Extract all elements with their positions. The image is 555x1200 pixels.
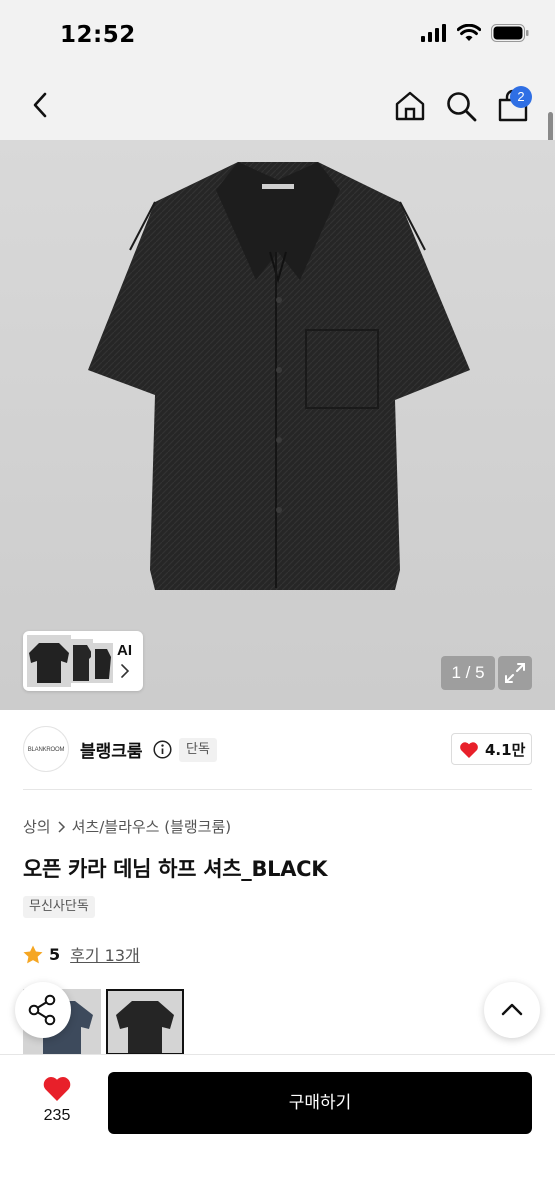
buy-button[interactable]: 구매하기 bbox=[108, 1072, 532, 1134]
ai-label[interactable]: AI bbox=[117, 642, 132, 659]
brand-like-count: 4.1만 bbox=[485, 741, 526, 759]
battery-icon bbox=[491, 24, 529, 42]
breadcrumb: 상의 셔츠/블라우스 (블랭크룸) bbox=[23, 816, 231, 837]
expand-icon bbox=[505, 663, 525, 683]
chevron-up-icon bbox=[501, 1003, 523, 1016]
share-icon bbox=[28, 994, 56, 1026]
ai-styling-thumbnails[interactable] bbox=[23, 631, 143, 691]
image-counter: 1 / 5 bbox=[441, 656, 495, 690]
review-count-link[interactable]: 후기 13개 bbox=[70, 942, 140, 966]
cart-count-badge: 2 bbox=[510, 86, 532, 108]
brand-logo[interactable]: BLANKROOM bbox=[23, 726, 69, 772]
exclusive-badge: 단독 bbox=[179, 738, 217, 762]
store-exclusive-badge: 무신사단독 bbox=[23, 896, 95, 918]
scroll-to-top-button[interactable] bbox=[484, 982, 540, 1038]
color-option-black[interactable] bbox=[106, 989, 184, 1055]
status-time: 12:52 bbox=[60, 22, 136, 48]
shirt-illustration bbox=[88, 162, 470, 590]
info-icon[interactable] bbox=[153, 740, 172, 759]
thumbnail-shirts bbox=[27, 635, 113, 687]
rating-score: 5 bbox=[49, 944, 61, 964]
expand-button[interactable] bbox=[498, 656, 532, 690]
nav-bar bbox=[0, 72, 555, 140]
brand-name[interactable]: 블랭크룸 bbox=[80, 737, 143, 762]
share-button[interactable] bbox=[15, 982, 71, 1038]
breadcrumb-category[interactable]: 상의 bbox=[23, 816, 51, 837]
search-icon[interactable] bbox=[444, 89, 478, 123]
breadcrumb-subcategory[interactable]: 셔츠/블라우스 (블랭크룸) bbox=[72, 816, 232, 837]
rating-row: 5 후기 13개 bbox=[23, 942, 140, 966]
star-icon bbox=[23, 945, 43, 963]
signal-icon bbox=[421, 24, 446, 42]
chevron-right-icon bbox=[58, 820, 65, 833]
status-bar: 12:52 bbox=[0, 0, 555, 72]
product-image[interactable] bbox=[0, 140, 555, 710]
heart-icon bbox=[460, 742, 478, 758]
divider bbox=[23, 789, 532, 790]
black-shirt-thumbnail bbox=[108, 991, 182, 1053]
back-icon[interactable] bbox=[26, 90, 56, 120]
wishlist-heart-icon[interactable] bbox=[42, 1075, 72, 1102]
home-icon[interactable] bbox=[393, 89, 427, 123]
wifi-icon bbox=[457, 24, 481, 41]
product-title: 오픈 카라 데님 하프 셔츠_BLACK bbox=[23, 857, 328, 881]
chevron-right-icon[interactable] bbox=[119, 664, 131, 678]
status-icons bbox=[421, 24, 529, 42]
wishlist-count: 235 bbox=[43, 1107, 71, 1124]
